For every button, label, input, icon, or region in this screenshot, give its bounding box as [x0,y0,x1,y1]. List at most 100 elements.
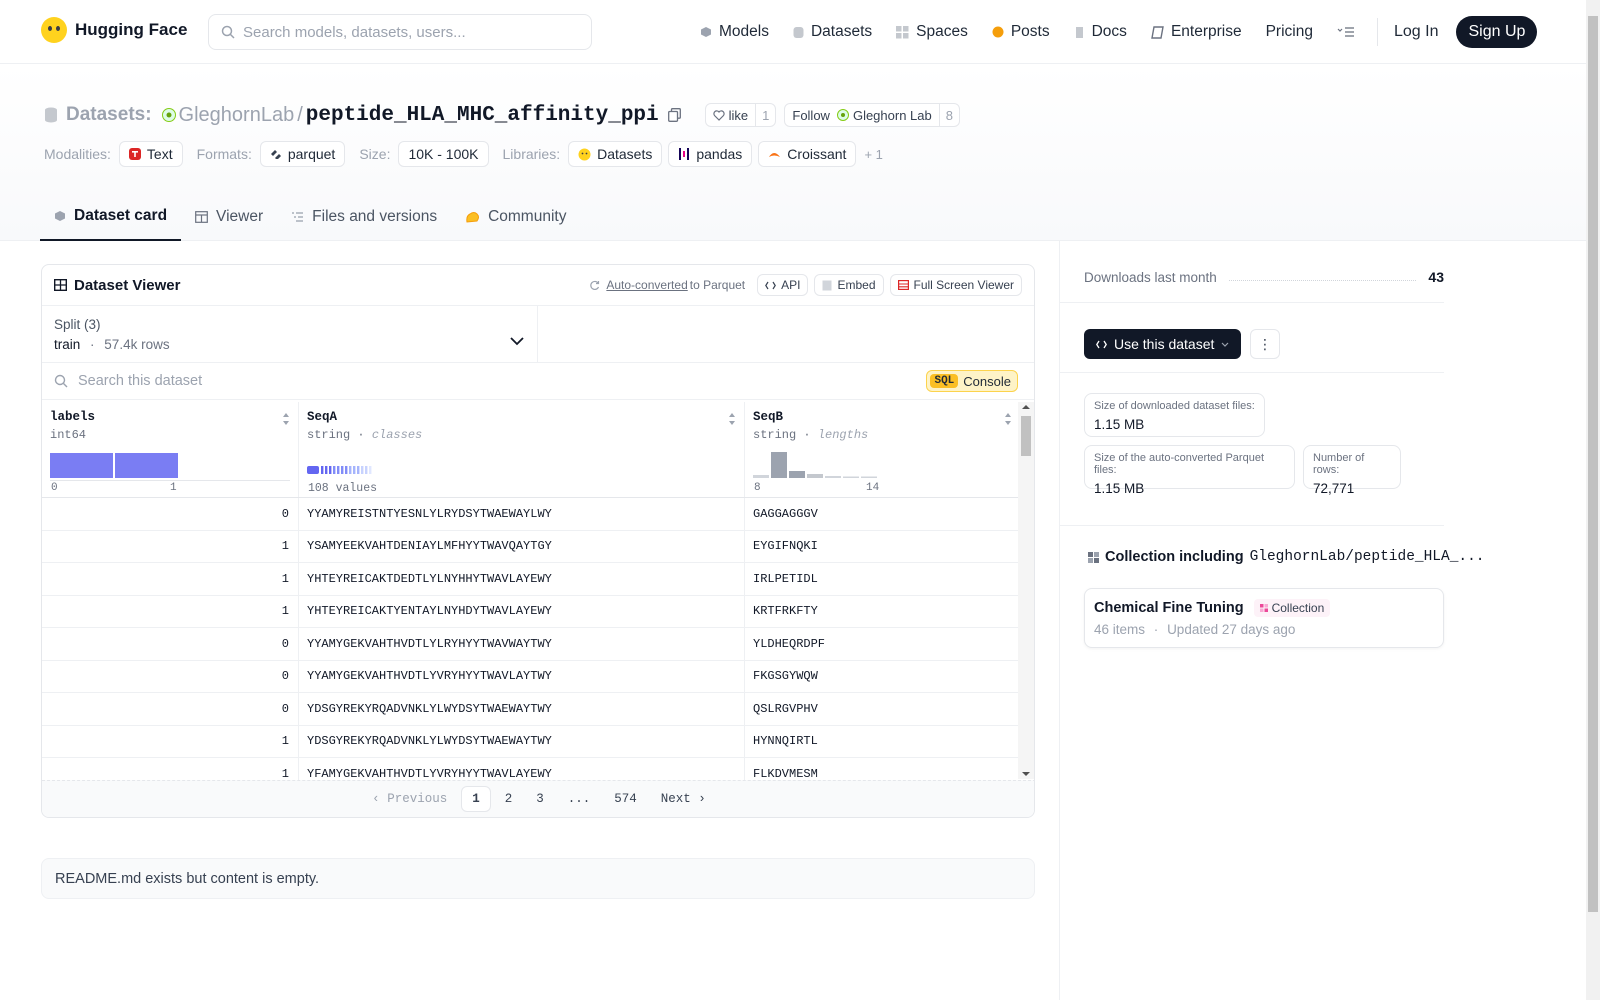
cell-seqb[interactable]: EYGIFNQKI [745,531,1020,563]
cell-seqa[interactable]: YHTEYREICAKTDEDTLYLNYHHYTWAVLAYEWY [299,563,745,595]
nav-more-menu[interactable] [1337,26,1355,38]
cell-seqa[interactable]: YYAMYGEKVAHTHVDTLYLRYHYYTWAVWAYTWY [299,628,745,660]
tag-modality-text[interactable]: Text [118,141,183,167]
length-bar-12[interactable] [825,476,841,478]
histogram-bar-0[interactable] [50,453,113,478]
table-row[interactable]: 1 YSAMYEEKVAHTDENIAYLMFHYYTWAVQAYTGY EYGIF… [42,530,1020,563]
follow-button[interactable]: Follow Gleghorn Lab 8 [784,103,960,127]
page-574-button[interactable]: 574 [604,787,647,811]
page-scroll-thumb[interactable] [1588,16,1598,912]
use-this-dataset-button[interactable]: Use this dataset [1084,329,1242,359]
table-row[interactable]: 0 YYAMYREISTNTYESNLYLRYDSYTWAEWAYLWY GAGGA… [42,498,1020,531]
collection-card[interactable]: Chemical Fine Tuning Collection 46 items… [1084,588,1444,648]
table-row[interactable]: 1 YDSGYREKYRQADVNKLYLWYDSYTWAEWAYTWY HYNNQ… [42,725,1020,758]
tag-library-pandas[interactable]: pandas [668,141,753,167]
previous-page-button[interactable]: ‹ Previous [362,787,457,811]
cell-seqa[interactable]: YSAMYEEKVAHTDENIAYLMFHYYTWAVQAYTGY [299,530,745,562]
length-bar-9[interactable] [771,452,787,478]
cell-seqa[interactable]: YDSGYREKYRQADVNKLYLWYDSYTWAEWAYTWY [299,693,745,725]
more-options-button[interactable]: ⋮ [1250,329,1280,359]
nav-posts[interactable]: Posts [992,23,1050,41]
nav-docs[interactable]: Docs [1074,23,1127,41]
cell-seqb[interactable]: YLDHEQRDPF [745,628,1020,660]
tab-dataset-card[interactable]: Dataset card [40,193,182,241]
signup-button[interactable]: Sign Up [1456,16,1538,48]
table-scrollbar[interactable] [1018,402,1034,779]
sort-icon[interactable] [1004,412,1012,426]
org-avatar-icon [161,108,176,122]
nav-enterprise[interactable]: Enterprise [1151,23,1242,41]
page-1-button[interactable]: 1 [461,786,491,812]
cell-seqb[interactable]: GAGGAGGGV [745,498,1020,530]
sql-console-button[interactable]: SQL Console [926,370,1018,392]
tags-more-link[interactable]: + 1 [864,147,882,162]
length-bar-8[interactable] [753,475,769,478]
cell-labels[interactable]: 1 [42,530,299,562]
page-3-button[interactable]: 3 [526,787,554,811]
nav-models[interactable]: Models [700,23,769,41]
page-2-button[interactable]: 2 [495,787,523,811]
tab-community[interactable]: Community [451,193,580,241]
page-scrollbar[interactable] [1586,0,1600,1000]
column-header-labels[interactable]: labels int64 0 1 [42,402,299,497]
table-row[interactable]: 0 YDSGYREKYRQADVNKLYLWYDSYTWAEWAYTWY QSLRG… [42,693,1020,726]
split-selector[interactable]: Split (3) train · 57.4k rows [42,306,538,363]
embed-button[interactable]: Embed [814,274,884,296]
cell-labels[interactable]: 0 [42,498,299,530]
tag-library-croissant[interactable]: Croissant [758,141,857,167]
scroll-up-arrow-icon[interactable] [1018,402,1034,412]
cell-labels[interactable]: 1 [42,595,299,627]
length-bar-13[interactable] [843,476,859,479]
column-header-seqb[interactable]: SeqB string · lengths 8 14 [745,402,1020,497]
cell-labels[interactable]: 0 [42,660,299,692]
login-link[interactable]: Log In [1394,23,1438,41]
cell-labels[interactable]: 1 [42,563,299,595]
cell-seqa[interactable]: YHTEYREICAKTYENTAYLNYHDYTWAVLAYEWY [299,595,745,627]
column-header-seqa[interactable]: SeqA string · classes 108 values [299,402,745,497]
nav-pricing[interactable]: Pricing [1266,23,1313,41]
next-page-button[interactable]: Next › [651,787,716,811]
length-bar-11[interactable] [807,474,823,478]
sort-icon[interactable] [282,412,290,426]
auto-converted-link[interactable]: Auto-converted [606,278,687,292]
like-button[interactable]: like 1 [704,103,777,127]
cell-seqb[interactable]: HYNNQIRTL [745,726,1020,758]
cell-seqb[interactable]: FKGSGYWQW [745,661,1020,693]
length-bar-10[interactable] [789,471,805,478]
cell-labels[interactable]: 0 [42,693,299,725]
table-row[interactable]: 0 YYAMYGEKVAHTHVDTLYLRYHYYTWAVWAYTWY YLDHE… [42,628,1020,661]
cell-seqa[interactable]: YYAMYGEKVAHTHVDTLYVRYHYYTWAVLAYTWY [299,660,745,692]
api-button[interactable]: API [757,274,809,296]
copy-icon[interactable] [667,108,681,122]
tag-format-parquet[interactable]: parquet [259,141,346,167]
nav-datasets[interactable]: Datasets [793,23,872,41]
cell-seqa[interactable]: YDSGYREKYRQADVNKLYLWYDSYTWAEWAYTWY [299,725,745,757]
dataset-search[interactable]: Search this dataset SQL Console [42,363,1034,400]
cell-seqb[interactable]: IRLPETIDL [745,563,1020,595]
table-row[interactable]: 0 YYAMYGEKVAHTHVDTLYVRYHYYTWAVLAYTWY FKGSG… [42,660,1020,693]
full-screen-viewer-button[interactable]: Full Screen Viewer [889,274,1022,296]
cell-seqa[interactable]: YYAMYREISTNTYESNLYLRYDSYTWAEWAYLWY [299,498,745,530]
repo-owner-link[interactable]: GleghornLab [179,104,295,127]
tag-library-datasets[interactable]: Datasets [568,141,663,167]
cell-labels[interactable]: 1 [42,725,299,757]
classes-distribution-bar[interactable] [307,466,375,474]
tab-viewer[interactable]: Viewer [181,193,277,241]
brand-logo[interactable]: Hugging Face [41,17,187,43]
cell-labels[interactable]: 0 [42,628,299,660]
tab-files[interactable]: Files and versions [277,193,451,241]
table-row[interactable]: 1 YHTEYREICAKTDEDTLYLNYHHYTWAVLAYEWY IRLPE… [42,563,1020,596]
sort-icon[interactable] [728,412,736,426]
global-search[interactable] [208,14,592,50]
cell-seqb[interactable]: QSLRGVPHV [745,693,1020,725]
scroll-down-arrow-icon[interactable] [1018,769,1034,779]
repo-name[interactable]: peptide_HLA_MHC_affinity_ppi [306,104,659,127]
nav-spaces[interactable]: Spaces [896,23,968,41]
length-bar-14[interactable] [861,476,877,479]
tag-size[interactable]: 10K - 100K [398,141,489,167]
table-row[interactable]: 1 YHTEYREICAKTYENTAYLNYHDYTWAVLAYEWY KRTFR… [42,595,1020,628]
table-scroll-thumb[interactable] [1021,416,1031,456]
histogram-bar-1[interactable] [115,453,178,478]
global-search-input[interactable] [243,23,573,41]
cell-seqb[interactable]: KRTFRKFTY [745,596,1020,628]
